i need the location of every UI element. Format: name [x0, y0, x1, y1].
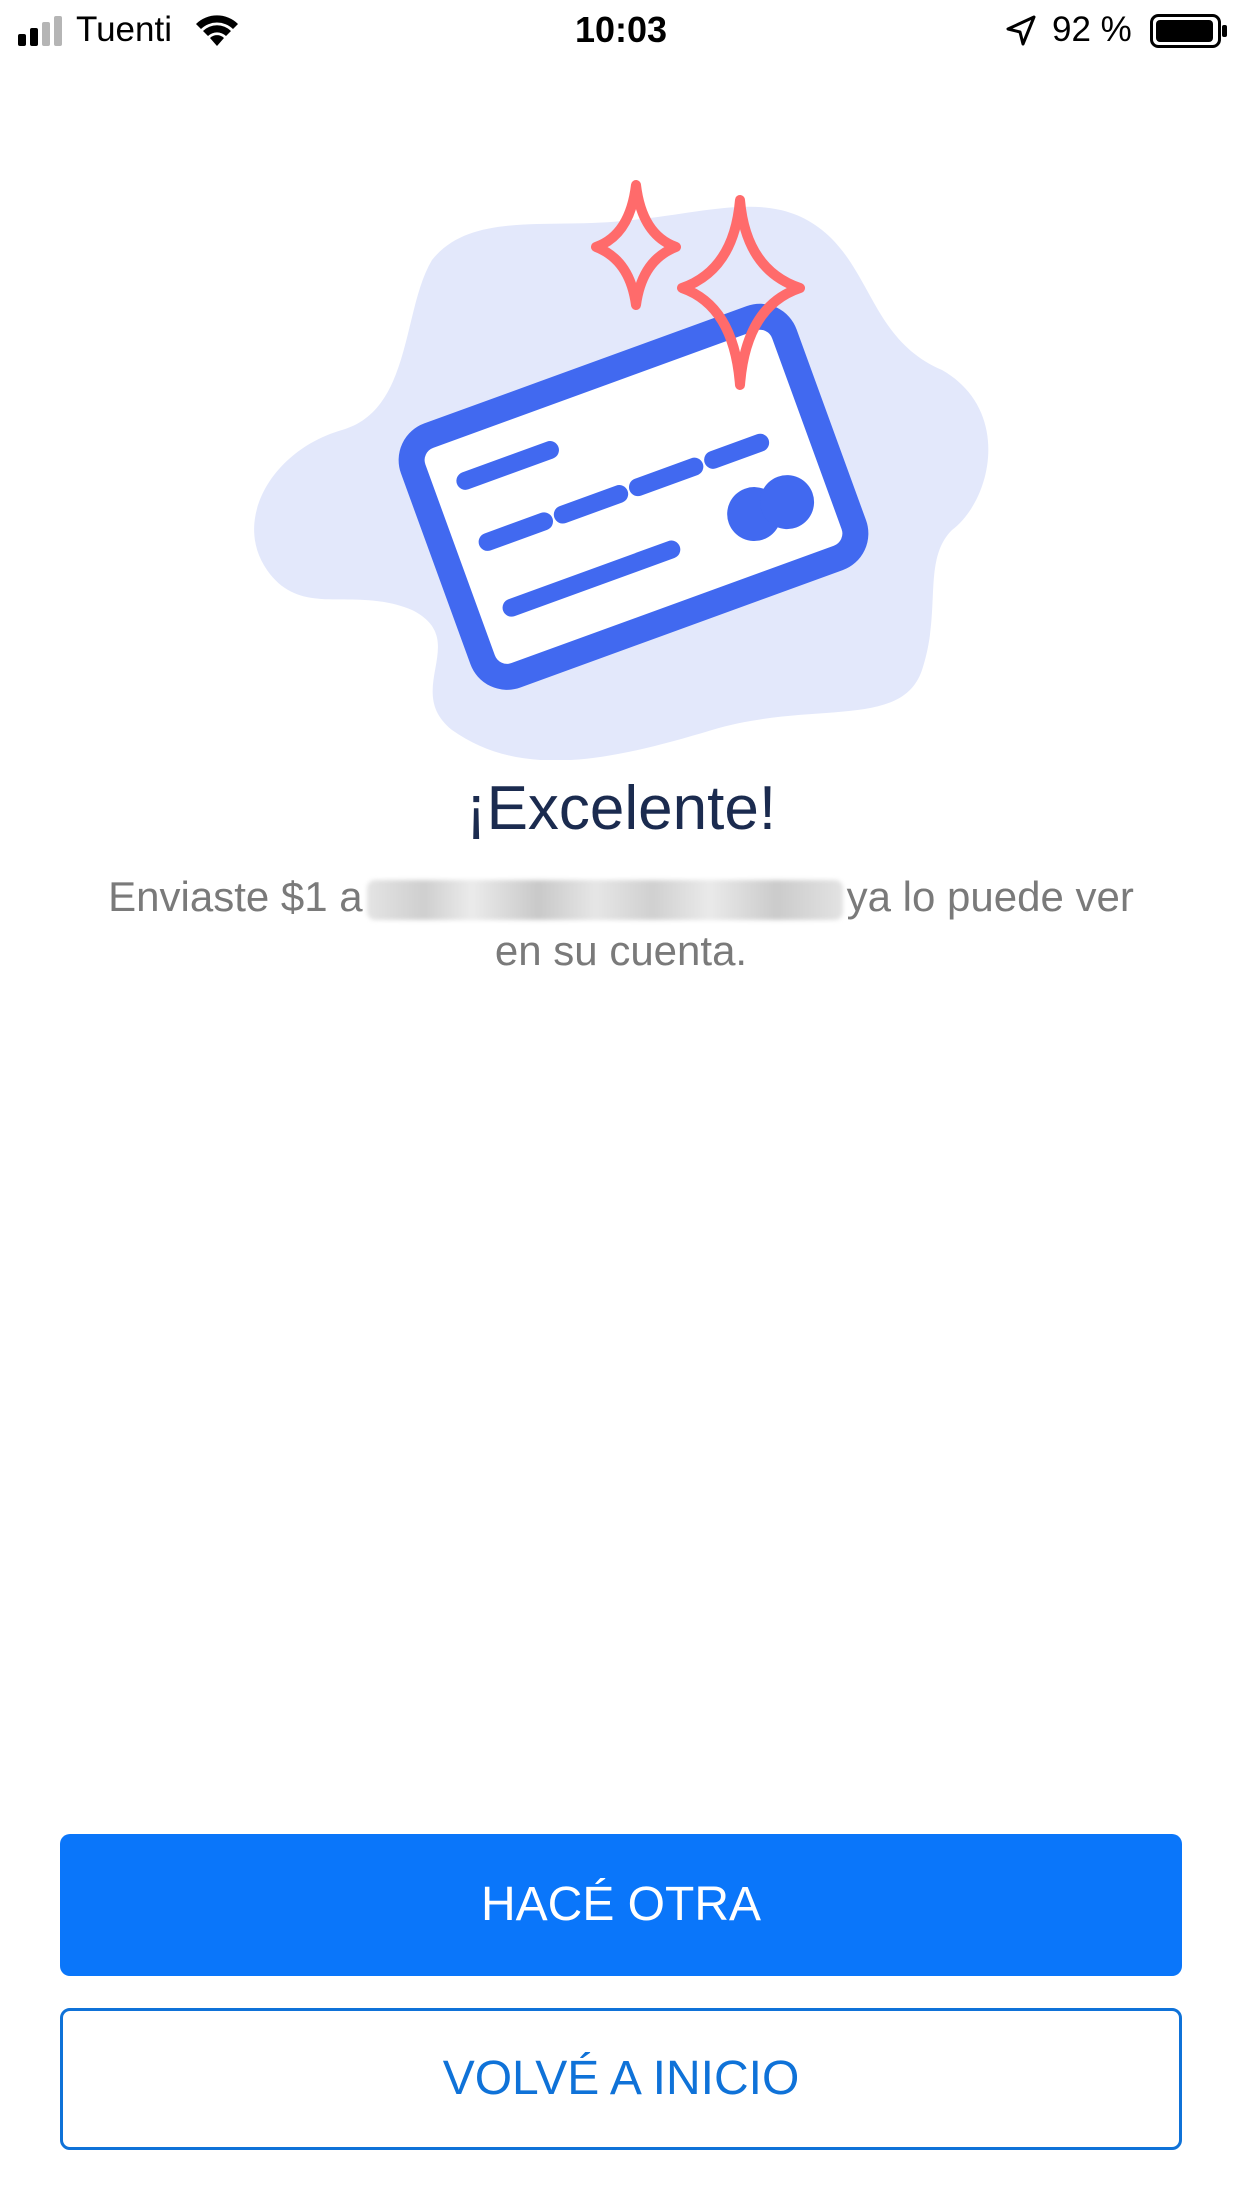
success-message: Enviaste $1 a ya lo puede ver en su cuent…: [80, 870, 1162, 978]
message-prefix: Enviaste $1 a: [108, 873, 363, 920]
battery-percent: 92 %: [1052, 10, 1132, 49]
battery-icon: [1150, 14, 1227, 48]
location-arrow-icon: [1006, 15, 1036, 46]
back-to-home-button[interactable]: VOLVÉ A INICIO: [60, 2008, 1182, 2150]
redacted-recipient-name: [366, 879, 843, 920]
credit-card-sparkles-icon: [254, 180, 989, 760]
success-title: ¡Excelente!: [465, 774, 777, 843]
make-another-button[interactable]: HACÉ OTRA: [60, 1834, 1182, 1976]
status-bar: Tuenti 10:03 92 %: [0, 0, 1242, 60]
